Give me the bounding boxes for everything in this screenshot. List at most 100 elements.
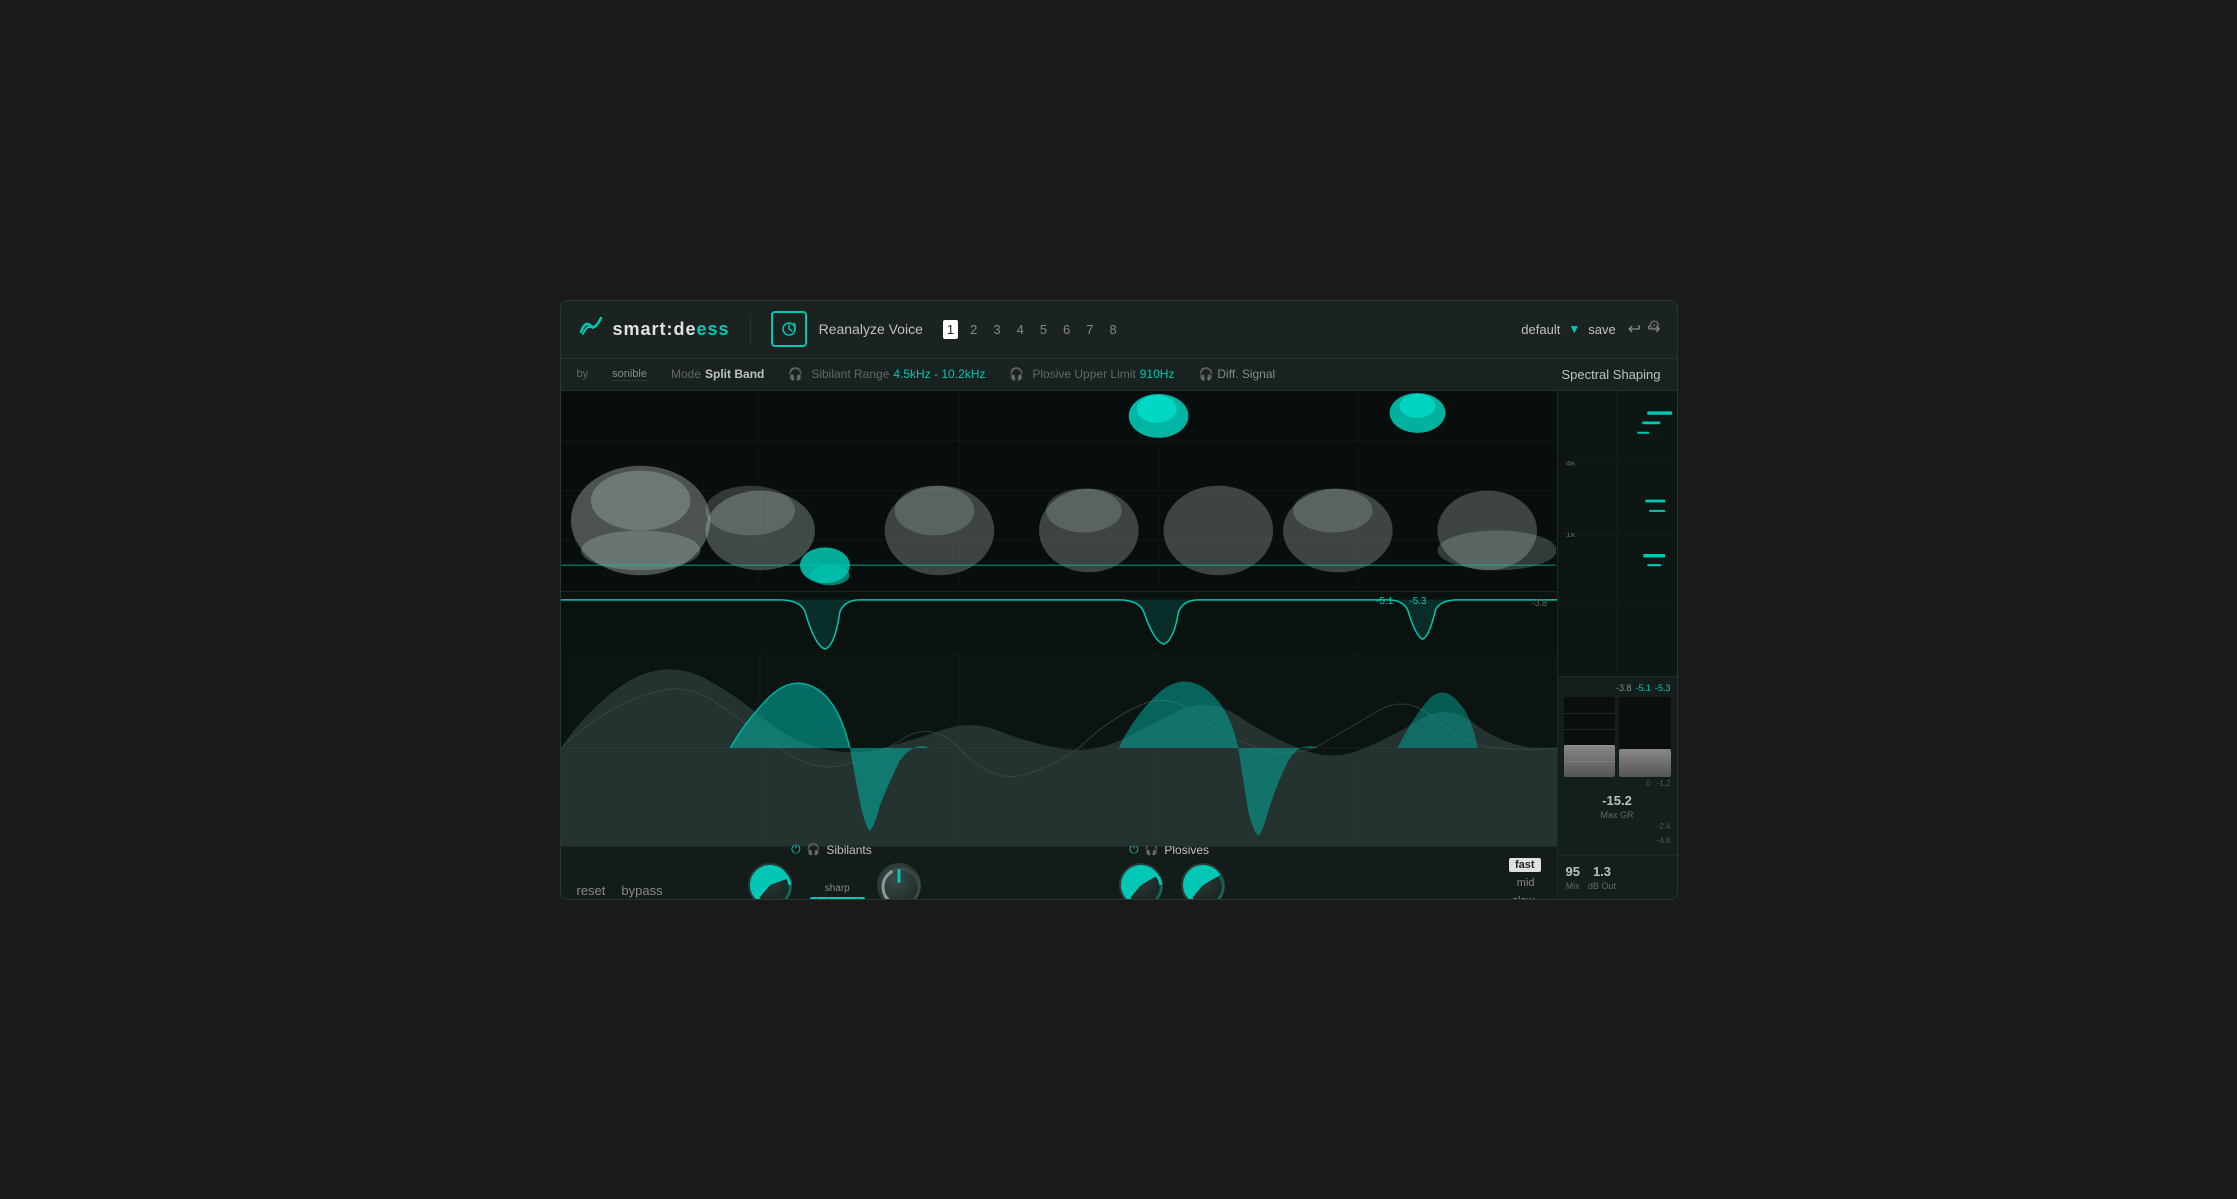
color-sharp[interactable]: sharp [819, 882, 856, 895]
reset-button[interactable]: reset [577, 883, 606, 898]
headphone-icon-1[interactable]: 🎧 [788, 367, 803, 381]
sibilants-shaping-group: 30 Shaping [877, 863, 921, 899]
bypass-button[interactable]: bypass [621, 883, 662, 898]
mode-value[interactable]: Split Band [705, 367, 764, 381]
sibilants-suppression-knob[interactable] [748, 863, 792, 899]
sub-header: by sonible Mode Split Band 🎧 Sibilant Ra… [561, 359, 1677, 391]
max-gr-display: -15.2 Max GR [1564, 792, 1671, 820]
brand-name: smart:deess [613, 319, 730, 340]
reanalyze-label: Reanalyze Voice [819, 321, 923, 337]
meter-bars [1564, 697, 1671, 777]
waveform-visual [561, 651, 1557, 846]
color-selector: sharp balanced soft Color [810, 882, 865, 899]
max-gr-label: Max GR [1564, 810, 1671, 820]
right-panel: 4k 1k -3.8 -5.1 -5.3 [1557, 391, 1677, 899]
plugin-container: ⚙ smart:deess Reanalyze Voice [560, 300, 1678, 900]
reanalyze-button[interactable] [771, 311, 807, 347]
spectral-panel: 4k 1k [1558, 391, 1677, 676]
spectrogram [561, 391, 1557, 591]
gain-reduction-area: -3.8 -5.1 -5.3 [561, 591, 1557, 651]
teal-value-left: -5.1 [1376, 596, 1393, 607]
speed-slow[interactable]: slow [1507, 894, 1541, 899]
db-display: -3.8 -5.1 -5.3 [1564, 683, 1671, 693]
preset-6[interactable]: 6 [1059, 320, 1074, 339]
db-53-label: -5.3 [1655, 683, 1671, 693]
db-51-label: -5.1 [1635, 683, 1651, 693]
plosives-suppression-knob[interactable] [1119, 863, 1163, 899]
header-separator [750, 314, 751, 344]
mix-group: 95 Mix [1566, 864, 1580, 891]
settings-icon[interactable]: ⚙ [1648, 317, 1661, 334]
preset-3[interactable]: 3 [989, 320, 1004, 339]
sibilants-section: ⏻ 🎧 Sibilants [663, 842, 1001, 899]
sibilants-power-icon[interactable]: ⏻ [791, 842, 801, 857]
spec-background [561, 391, 1557, 591]
svg-text:-3.8: -3.8 [1531, 597, 1546, 607]
db-out-label: dB Out [1588, 881, 1616, 891]
meter-scale-labels: 0 -1.2 [1564, 779, 1671, 788]
speed-section: fast mid slow Speed [1338, 858, 1541, 899]
mix-value[interactable]: 95 [1566, 864, 1580, 879]
db-scale: -2.4 -4.8 [1564, 820, 1671, 849]
diff-signal-item: 🎧 Diff. Signal [1198, 367, 1275, 381]
headphone-icon-3[interactable]: 🎧 [1198, 367, 1213, 381]
plosives-controls: 70 Suppression [1113, 863, 1225, 899]
preset-numbers: 1 2 3 4 5 6 7 8 [943, 320, 1121, 339]
plosives-section: ⏻ 🎧 Plosives [1000, 842, 1338, 899]
dropdown-arrow-icon[interactable]: ▼ [1568, 322, 1580, 336]
preset-2[interactable]: 2 [966, 320, 981, 339]
sibilants-suppression-group: 70 Suppression [742, 863, 798, 899]
meter-section: -3.8 -5.1 -5.3 [1558, 676, 1677, 855]
max-gr-value: -15.2 [1602, 793, 1632, 808]
bottom-controls: reset bypass ⏻ 🎧 Sibilants [561, 846, 1557, 899]
logo-area: smart:deess [577, 312, 730, 346]
mode-label: Mode [671, 367, 701, 381]
speed-mid[interactable]: mid [1511, 876, 1541, 890]
plosive-item: 🎧 Plosive Upper Limit 910Hz [1009, 367, 1174, 381]
meter-bar-left [1564, 697, 1616, 777]
plosives-shaping-group: 60 Shaping [1181, 863, 1225, 899]
brand-link[interactable]: sonible [612, 368, 647, 381]
undo-button[interactable]: ↩ [1628, 319, 1641, 339]
output-controls: 95 Mix 1.3 dB Out [1558, 855, 1677, 899]
db-neg38-label: -3.8 [1616, 683, 1632, 693]
by-label: by [577, 368, 589, 380]
color-balanced[interactable]: balanced [810, 897, 865, 899]
plosive-label: Plosive Upper Limit [1032, 367, 1135, 381]
visualizer-area: -3.8 -5.1 -5.3 [561, 391, 1557, 899]
preset-8[interactable]: 8 [1106, 320, 1121, 339]
sibilants-title-row: ⏻ 🎧 Sibilants [791, 842, 872, 857]
sibilant-range-label: Sibilant Range [811, 367, 889, 381]
spectral-shaping-label: Spectral Shaping [1561, 367, 1660, 382]
sibilants-title: Sibilants [826, 843, 871, 857]
sibilants-shaping-knob[interactable] [877, 863, 921, 899]
headphone-icon-2[interactable]: 🎧 [1009, 367, 1024, 381]
save-button[interactable]: save [1588, 322, 1615, 337]
db-out-group: 1.3 dB Out [1588, 864, 1616, 891]
svg-text:1k: 1k [1565, 531, 1575, 538]
preset-5[interactable]: 5 [1036, 320, 1051, 339]
reset-bypass: reset bypass [577, 883, 663, 898]
preset-dropdown: default ▼ save [1521, 322, 1615, 337]
sibilant-range-value[interactable]: 4.5kHz - 10.2kHz [893, 367, 985, 381]
db-out-value[interactable]: 1.3 [1593, 864, 1611, 879]
teal-value-right: -5.3 [1409, 596, 1426, 607]
speed-fast[interactable]: fast [1509, 858, 1541, 872]
plosives-suppression-group: 70 Suppression [1113, 863, 1169, 899]
diff-signal-label[interactable]: Diff. Signal [1217, 367, 1275, 381]
headphone-sibilants[interactable]: 🎧 [807, 843, 821, 856]
preset-7[interactable]: 7 [1082, 320, 1097, 339]
main-content: -3.8 -5.1 -5.3 [561, 391, 1677, 899]
preset-1[interactable]: 1 [943, 320, 958, 339]
sibilant-range-item: 🎧 Sibilant Range 4.5kHz - 10.2kHz [788, 367, 985, 381]
logo-icon [577, 312, 605, 346]
preset-name: default [1521, 322, 1560, 337]
spectral-visual: 4k 1k [1558, 391, 1677, 676]
mix-label: Mix [1566, 881, 1580, 891]
header: smart:deess Reanalyze Voice 1 2 3 4 5 6 … [561, 301, 1677, 359]
plosives-shaping-knob[interactable] [1181, 863, 1225, 899]
plosive-value[interactable]: 910Hz [1140, 367, 1175, 381]
svg-text:4k: 4k [1565, 460, 1575, 467]
preset-4[interactable]: 4 [1013, 320, 1028, 339]
waveform-display [561, 651, 1557, 846]
